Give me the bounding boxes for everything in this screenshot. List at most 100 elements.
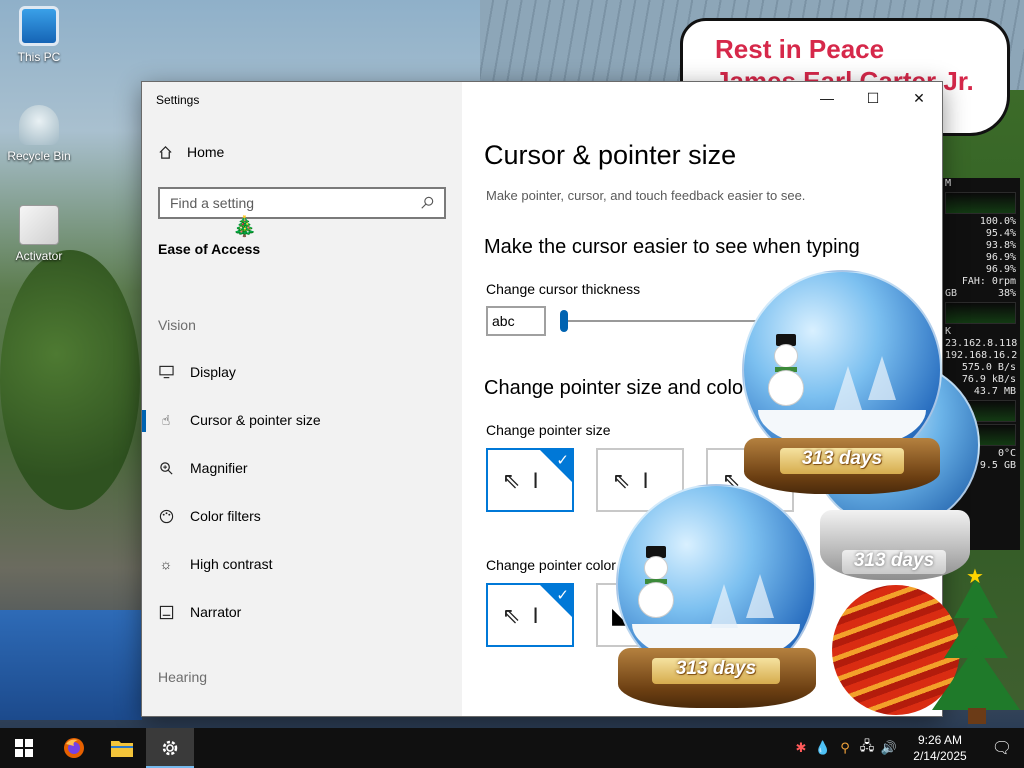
page-title: Cursor & pointer size bbox=[484, 140, 737, 170]
cpu-value: 93.8% bbox=[985, 240, 1016, 251]
display-icon bbox=[158, 364, 174, 380]
gadget-graph bbox=[945, 302, 1016, 324]
nav-item-color-filters[interactable]: Color filters bbox=[142, 496, 462, 536]
settings-nav-pane: Settings Home Ease of Access Vision Disp… bbox=[142, 82, 462, 716]
desktop-icon-label: Activator bbox=[15, 249, 63, 263]
countdown-plate: 313 days bbox=[652, 658, 780, 684]
pointer-size-label: Change pointer size bbox=[486, 422, 611, 438]
palette-icon bbox=[158, 508, 174, 524]
desktop-icon-label: This PC bbox=[17, 50, 61, 64]
christmas-tree-icon bbox=[928, 568, 1024, 728]
window-title: Settings bbox=[156, 93, 200, 107]
tray-key-icon[interactable]: ⚲ bbox=[834, 740, 856, 756]
wallpaper-pool bbox=[0, 610, 142, 720]
taskbar-settings[interactable] bbox=[146, 728, 194, 768]
wallpaper-tree bbox=[0, 250, 140, 510]
nav-home-label: Home bbox=[187, 144, 225, 160]
search-input[interactable] bbox=[170, 195, 390, 211]
checkmark-icon: ✓ bbox=[556, 587, 569, 604]
arrow-pointer-icon: ⇖ bbox=[502, 603, 521, 628]
temperature: 0°C bbox=[997, 448, 1016, 459]
slider-thumb[interactable] bbox=[560, 310, 568, 332]
desktop-icon-activator[interactable]: Activator bbox=[3, 205, 75, 263]
desktop-icon-recycle-bin[interactable]: Recycle Bin bbox=[3, 105, 75, 163]
cpu-value: 96.9% bbox=[985, 252, 1016, 263]
section-heading-typing-cursor: Make the cursor easier to see when typin… bbox=[484, 236, 860, 258]
folder-icon bbox=[111, 741, 133, 757]
snowman-icon bbox=[768, 334, 804, 406]
gadget-cpu-header: M bbox=[945, 178, 952, 189]
text-cursor-icon: I bbox=[532, 603, 539, 628]
recycle-bin-icon bbox=[19, 105, 59, 145]
text-cursor-icon: I bbox=[532, 468, 539, 493]
section-heading-pointer: Change pointer size and colo bbox=[484, 377, 744, 399]
fan-value: FAH: 0rpm bbox=[961, 276, 1016, 287]
star-icon: ★ bbox=[966, 566, 984, 588]
clock-time: 9:26 AM bbox=[917, 733, 963, 747]
search-icon[interactable] bbox=[420, 196, 434, 210]
nav-item-magnifier[interactable]: Magnifier bbox=[142, 448, 462, 488]
mem-unit: GB bbox=[945, 288, 958, 299]
desktop-icon-label: Recycle Bin bbox=[7, 149, 71, 163]
clock-date: 2/14/2025 bbox=[913, 749, 967, 763]
file-icon bbox=[19, 205, 59, 245]
computer-icon bbox=[19, 6, 59, 46]
countdown-plate: 313 days bbox=[780, 448, 904, 474]
taskbar-file-explorer[interactable] bbox=[98, 728, 146, 768]
page-subtitle: Make pointer, cursor, and touch feedback… bbox=[486, 188, 806, 203]
cpu-value: 96.9% bbox=[985, 264, 1016, 275]
clock[interactable]: 9:26 AM 2/14/2025 bbox=[900, 732, 980, 764]
nav-section-vision: Vision bbox=[158, 317, 196, 333]
nav-item-high-contrast[interactable]: ☼ High contrast bbox=[142, 544, 462, 584]
snowman-icon bbox=[638, 546, 674, 618]
windows-icon bbox=[15, 739, 33, 757]
pointer-size-option-1[interactable]: ✓ ⇖ I bbox=[486, 448, 574, 512]
nav-item-label: Display bbox=[190, 364, 236, 380]
nav-item-narrator[interactable]: Narrator bbox=[142, 592, 462, 632]
pointer-color-label: Change pointer color bbox=[486, 557, 616, 573]
nav-item-label: Color filters bbox=[190, 508, 261, 524]
pointer-color-option-white[interactable]: ✓ ⇖ I bbox=[486, 583, 574, 647]
arrow-pointer-icon: ⇖ bbox=[502, 468, 521, 493]
tray-drop-icon[interactable]: 💧 bbox=[812, 740, 834, 756]
snow-globe-right: 313 days bbox=[738, 270, 946, 500]
mem-percent: 38% bbox=[997, 288, 1016, 299]
system-tray: ✱ 💧 ⚲ 🖧 🔊 9:26 AM 2/14/2025 🗨 bbox=[790, 728, 1024, 768]
nav-item-label: Narrator bbox=[190, 604, 242, 620]
nav-item-cursor-pointer-size[interactable]: ☝ Cursor & pointer size bbox=[142, 400, 462, 440]
gear-icon bbox=[162, 740, 178, 756]
nav-item-display[interactable]: Display bbox=[142, 352, 462, 392]
nav-section-hearing: Hearing bbox=[158, 669, 208, 685]
taskbar: ✱ 💧 ⚲ 🖧 🔊 9:26 AM 2/14/2025 🗨 bbox=[0, 728, 1024, 768]
network-icon[interactable]: 🖧 bbox=[856, 737, 878, 759]
gadget-graph bbox=[945, 192, 1016, 214]
search-box[interactable] bbox=[158, 187, 446, 219]
speaker-icon[interactable]: 🔊 bbox=[878, 740, 900, 756]
nav-item-label: Cursor & pointer size bbox=[190, 412, 321, 428]
taskbar-firefox[interactable] bbox=[50, 728, 98, 768]
mouse-cursor-tree-icon: 🎄 bbox=[232, 216, 257, 238]
tray-app-icon[interactable]: ✱ bbox=[790, 740, 812, 756]
sun-icon: ☼ bbox=[159, 556, 173, 572]
notification-icon: 🗨 bbox=[991, 740, 1013, 757]
cursor-preview: abc bbox=[486, 306, 546, 336]
nav-item-label: Magnifier bbox=[190, 460, 248, 476]
ip-public: 23.162.8.118 bbox=[945, 338, 1018, 349]
pointer-icon: ☝ bbox=[161, 411, 171, 428]
nav-item-label: High contrast bbox=[190, 556, 273, 572]
magnifier-icon bbox=[158, 460, 174, 476]
nav-home[interactable]: Home bbox=[158, 144, 224, 160]
start-button[interactable] bbox=[0, 728, 48, 768]
cpu-value: 95.4% bbox=[985, 228, 1016, 239]
notification-center-button[interactable]: 🗨 bbox=[980, 738, 1024, 758]
desktop-icon-this-pc[interactable]: This PC bbox=[3, 6, 75, 64]
narrator-icon bbox=[158, 604, 174, 620]
thickness-label: Change cursor thickness bbox=[486, 281, 641, 297]
cpu-value: 100.0% bbox=[979, 216, 1016, 227]
checkmark-icon: ✓ bbox=[556, 452, 569, 469]
nav-group-title: Ease of Access bbox=[158, 241, 261, 257]
snow-globe-front: 313 days bbox=[612, 484, 822, 716]
banner-line-1: Rest in Peace bbox=[715, 34, 885, 64]
firefox-icon bbox=[64, 738, 84, 758]
home-icon bbox=[159, 145, 172, 159]
